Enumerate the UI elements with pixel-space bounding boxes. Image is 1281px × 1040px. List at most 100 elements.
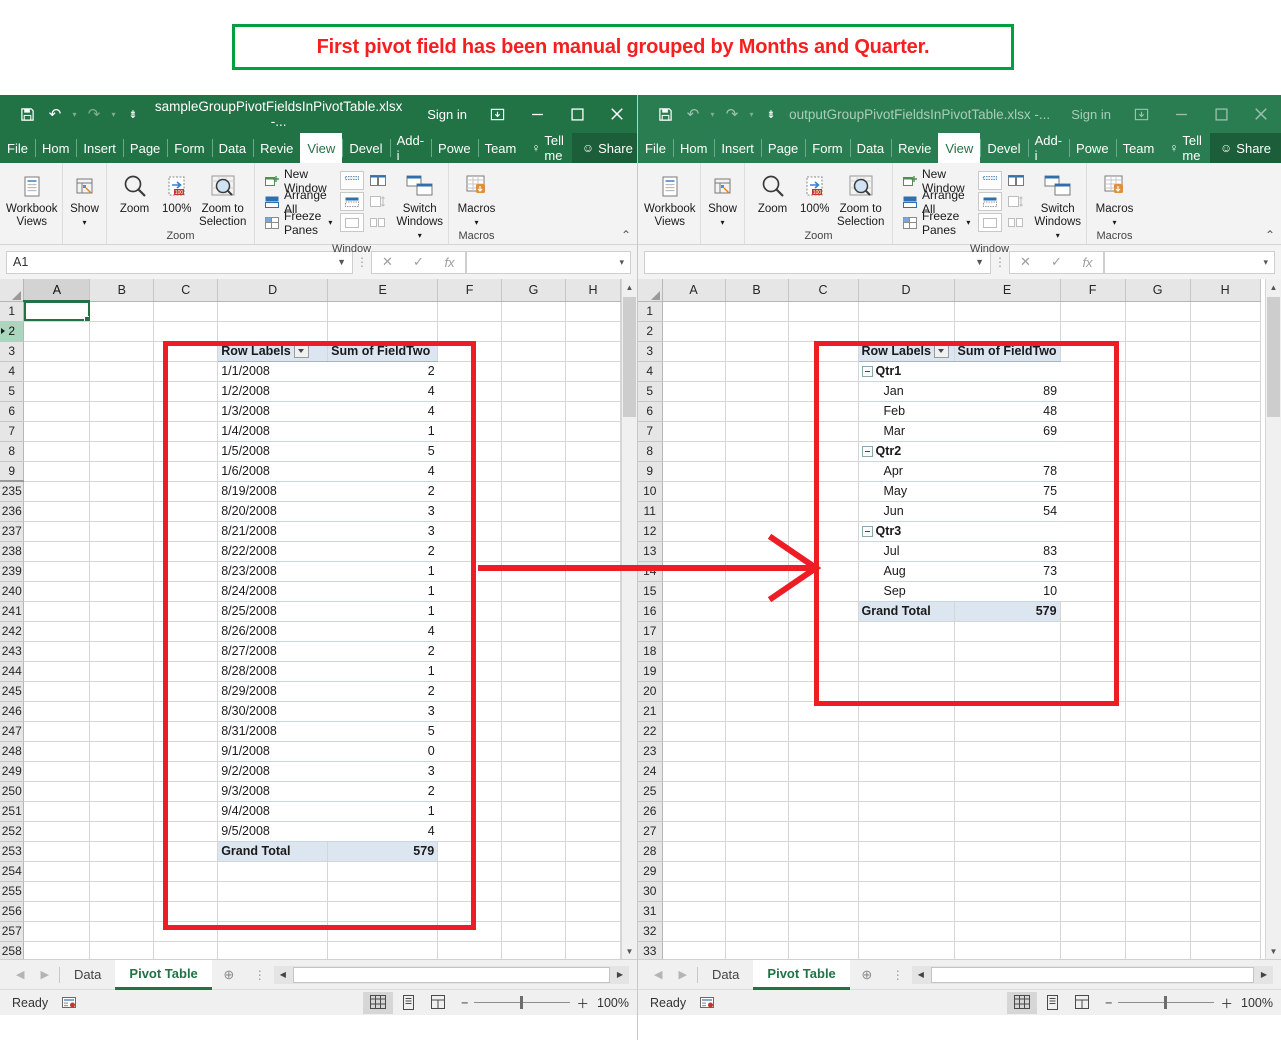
row-header-18[interactable]: 18 (638, 641, 662, 661)
cell-F27[interactable] (1060, 821, 1125, 841)
cell-E256[interactable] (328, 901, 438, 921)
cell-B17[interactable] (725, 621, 788, 641)
cell-G2[interactable] (502, 321, 566, 341)
cell-B10[interactable] (725, 481, 788, 501)
row-header-257[interactable]: 257 (0, 921, 24, 941)
cell-A6[interactable] (24, 401, 90, 421)
row-header-17[interactable]: 17 (638, 621, 662, 641)
split-icon-button[interactable] (340, 171, 364, 190)
cell-H243[interactable] (565, 641, 620, 661)
show-dropdown-icon[interactable]: ▾ (720, 216, 724, 229)
pivot-row-label[interactable]: 8/19/2008 (218, 481, 328, 501)
column-header-g[interactable]: G (502, 279, 566, 301)
cell-A3[interactable] (24, 341, 90, 361)
pivot-row-label[interactable]: 8/24/2008 (218, 581, 328, 601)
cell-F20[interactable] (1060, 681, 1125, 701)
cell-C5[interactable] (788, 381, 858, 401)
cell-G250[interactable] (502, 781, 566, 801)
cell-B242[interactable] (90, 621, 154, 641)
cell-B4[interactable] (725, 361, 788, 381)
cell-E23[interactable] (954, 741, 1060, 761)
cell-G20[interactable] (1125, 681, 1190, 701)
cell-B5[interactable] (725, 381, 788, 401)
pivot-row-value[interactable]: 1 (328, 581, 438, 601)
cell-D30[interactable] (858, 881, 954, 901)
pivot-row-label[interactable]: Jul (858, 541, 954, 561)
cell-A240[interactable] (24, 581, 90, 601)
formula-input-left[interactable]: ▾ (466, 251, 631, 274)
cell-C32[interactable] (788, 921, 858, 941)
cell-H26[interactable] (1190, 801, 1260, 821)
cell-E21[interactable] (954, 701, 1060, 721)
cell-B8[interactable] (725, 441, 788, 461)
sign-in-button-right[interactable]: Sign in (1061, 107, 1121, 122)
pivot-header-row-labels[interactable]: Row Labels (858, 341, 954, 361)
cell-F244[interactable] (438, 661, 502, 681)
hscroll-right-icon-left[interactable]: ▶ (611, 966, 629, 984)
row-header-250[interactable]: 250 (0, 781, 24, 801)
row-header-255[interactable]: 255 (0, 881, 24, 901)
ribbon-tab-file[interactable]: File (0, 133, 35, 163)
cell-A243[interactable] (24, 641, 90, 661)
cell-F250[interactable] (438, 781, 502, 801)
ribbon-tab-power[interactable]: Powe (1069, 133, 1116, 163)
column-header-a[interactable]: A (662, 279, 725, 301)
cell-A32[interactable] (662, 921, 725, 941)
cell-D33[interactable] (858, 941, 954, 959)
cell-B2[interactable] (90, 321, 154, 341)
cell-G9[interactable] (502, 461, 566, 481)
cell-D256[interactable] (218, 901, 328, 921)
cell-H14[interactable] (1190, 561, 1260, 581)
reset-window-position-button[interactable] (366, 213, 390, 232)
cell-C15[interactable] (788, 581, 858, 601)
cell-G6[interactable] (502, 401, 566, 421)
cell-G7[interactable] (502, 421, 566, 441)
ribbon-tab-home[interactable]: Hom (35, 133, 76, 163)
cell-H244[interactable] (565, 661, 620, 681)
collapse-group-icon[interactable] (862, 366, 873, 377)
cell-F243[interactable] (438, 641, 502, 661)
cell-F15[interactable] (1060, 581, 1125, 601)
cell-H17[interactable] (1190, 621, 1260, 641)
cell-F252[interactable] (438, 821, 502, 841)
cell-C19[interactable] (788, 661, 858, 681)
row-header-2[interactable]: 2 (638, 321, 662, 341)
cell-A256[interactable] (24, 901, 90, 921)
cell-B238[interactable] (90, 541, 154, 561)
cell-C14[interactable] (788, 561, 858, 581)
cell-F241[interactable] (438, 601, 502, 621)
cell-G238[interactable] (502, 541, 566, 561)
cell-A30[interactable] (662, 881, 725, 901)
zoom-in-icon-right[interactable]: ＋ (1220, 993, 1233, 1012)
close-icon[interactable] (597, 95, 637, 133)
pivot-row-value[interactable]: 3 (328, 521, 438, 541)
cell-B256[interactable] (90, 901, 154, 921)
hscroll-track-left[interactable] (293, 967, 610, 983)
cell-C240[interactable] (154, 581, 218, 601)
expand-formula-bar-icon[interactable]: ▾ (619, 257, 624, 268)
pivot-row-label[interactable]: 9/5/2008 (218, 821, 328, 841)
cell-A15[interactable] (662, 581, 725, 601)
cell-H255[interactable] (565, 881, 620, 901)
cell-G10[interactable] (1125, 481, 1190, 501)
pivot-row-value[interactable]: 0 (328, 741, 438, 761)
pivot-row-value[interactable]: 4 (328, 821, 438, 841)
cell-G1[interactable] (1125, 301, 1190, 321)
cell-F10[interactable] (1060, 481, 1125, 501)
cell-C8[interactable] (788, 441, 858, 461)
sheet-nav-arrows-right[interactable]: ◀ ▶ (638, 968, 697, 981)
switch-windows-button[interactable]: Switch Windows ▾ (396, 168, 443, 242)
cell-F7[interactable] (438, 421, 502, 441)
cell-E1[interactable] (954, 301, 1060, 321)
cell-B22[interactable] (725, 721, 788, 741)
zoom-to-selection-button[interactable]: Zoom to Selection (197, 168, 248, 229)
pivot-row-value[interactable]: 10 (954, 581, 1060, 601)
column-header-g[interactable]: G (1125, 279, 1190, 301)
cell-B21[interactable] (725, 701, 788, 721)
cell-B245[interactable] (90, 681, 154, 701)
cell-B6[interactable] (90, 401, 154, 421)
cell-A25[interactable] (662, 781, 725, 801)
add-sheet-icon-right[interactable]: ⊕ (850, 967, 884, 983)
cell-F17[interactable] (1060, 621, 1125, 641)
cell-H6[interactable] (1190, 401, 1260, 421)
